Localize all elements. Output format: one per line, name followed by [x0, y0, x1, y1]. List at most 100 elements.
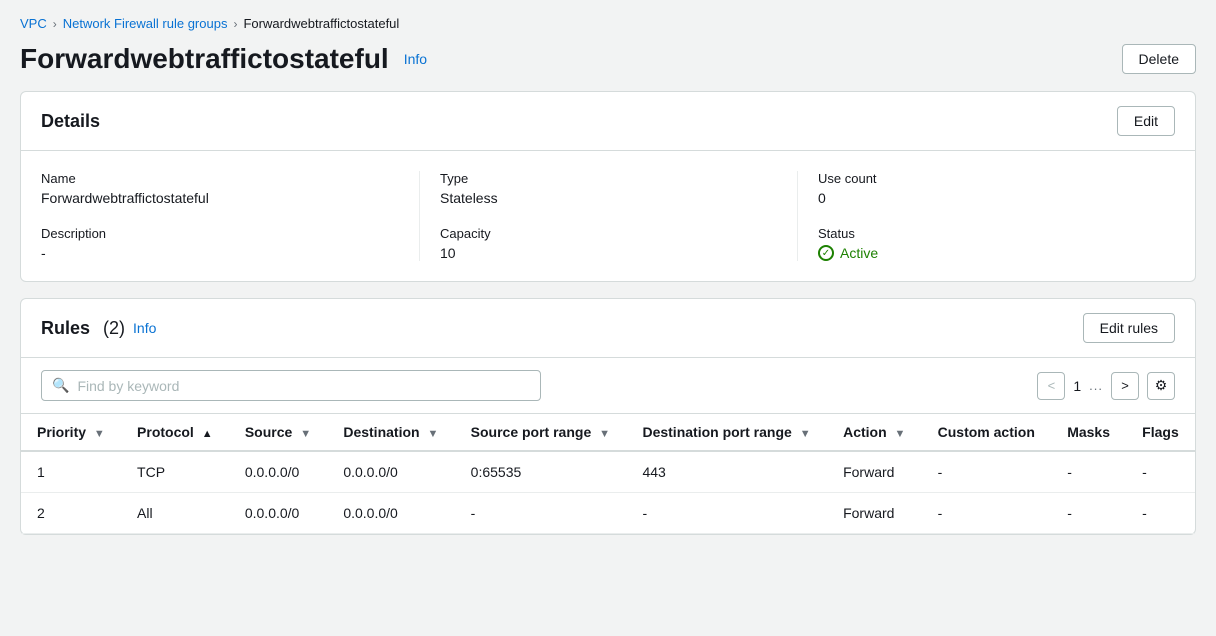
cell-custom-action: -	[922, 493, 1052, 534]
details-col-2: Type Stateless Capacity 10	[419, 171, 797, 261]
priority-sort-icon: ▼	[94, 428, 105, 440]
prev-icon: <	[1048, 378, 1056, 393]
delete-button[interactable]: Delete	[1122, 44, 1196, 74]
cell-dest-port: -	[626, 493, 827, 534]
cell-source: 0.0.0.0/0	[229, 451, 327, 493]
col-source[interactable]: Source ▼	[229, 414, 327, 451]
rules-count: (2)	[103, 318, 125, 339]
edit-button[interactable]: Edit	[1117, 106, 1175, 136]
use-count-value: 0	[818, 190, 1155, 206]
cell-custom-action: -	[922, 451, 1052, 493]
cell-action: Forward	[827, 451, 922, 493]
info-badge[interactable]: Info	[399, 48, 432, 70]
search-input[interactable]	[77, 378, 530, 394]
page-header: Forwardwebtraffictostateful Info Delete	[20, 43, 1196, 75]
details-col-1: Name Forwardwebtraffictostateful Descrip…	[41, 171, 419, 261]
name-value: Forwardwebtraffictostateful	[41, 190, 399, 206]
breadcrumb-sep-2: ›	[233, 17, 237, 31]
search-area: 🔍 < 1 ... > ⚙	[21, 358, 1195, 414]
settings-button[interactable]: ⚙	[1147, 372, 1175, 400]
col-custom-action: Custom action	[922, 414, 1052, 451]
destination-sort-icon: ▼	[427, 428, 438, 440]
capacity-label: Capacity	[440, 226, 777, 241]
description-label: Description	[41, 226, 399, 241]
rules-info-link[interactable]: Info	[133, 320, 156, 336]
cell-flags: -	[1126, 451, 1195, 493]
next-icon: >	[1121, 378, 1129, 393]
col-action[interactable]: Action ▼	[827, 414, 922, 451]
gear-icon: ⚙	[1155, 377, 1168, 394]
col-masks: Masks	[1051, 414, 1126, 451]
cell-masks: -	[1051, 451, 1126, 493]
cell-source-port: 0:65535	[455, 451, 627, 493]
capacity-value: 10	[440, 245, 777, 261]
cell-source: 0.0.0.0/0	[229, 493, 327, 534]
breadcrumb-rule-groups[interactable]: Network Firewall rule groups	[63, 16, 228, 31]
col-protocol[interactable]: Protocol ▲	[121, 414, 229, 451]
detail-use-count: Use count 0	[818, 171, 1155, 206]
protocol-sort-icon: ▲	[202, 428, 213, 440]
status-active-icon: ✓	[818, 245, 834, 261]
breadcrumb-current: Forwardwebtraffictostateful	[243, 16, 399, 31]
action-sort-icon: ▼	[895, 428, 906, 440]
detail-status: Status ✓ Active	[818, 226, 1155, 261]
type-value: Stateless	[440, 190, 777, 206]
status-label: Status	[818, 226, 1155, 241]
rules-title-group: Rules (2) Info	[41, 318, 156, 339]
col-destination[interactable]: Destination ▼	[327, 414, 454, 451]
search-icon: 🔍	[52, 377, 69, 394]
pagination-ellipsis: ...	[1089, 378, 1103, 393]
source-sort-icon: ▼	[300, 428, 311, 440]
pagination-controls: < 1 ... > ⚙	[1037, 372, 1175, 400]
cell-protocol: All	[121, 493, 229, 534]
description-value: -	[41, 245, 399, 261]
cell-destination: 0.0.0.0/0	[327, 493, 454, 534]
use-count-label: Use count	[818, 171, 1155, 186]
detail-capacity: Capacity 10	[440, 226, 777, 261]
rules-card-header: Rules (2) Info Edit rules	[21, 299, 1195, 358]
search-box[interactable]: 🔍	[41, 370, 541, 401]
name-label: Name	[41, 171, 399, 186]
details-title: Details	[41, 111, 100, 132]
detail-description: Description -	[41, 226, 399, 261]
cell-protocol: TCP	[121, 451, 229, 493]
breadcrumb: VPC › Network Firewall rule groups › For…	[20, 16, 1196, 31]
details-card-header: Details Edit	[21, 92, 1195, 151]
cell-destination: 0.0.0.0/0	[327, 451, 454, 493]
cell-masks: -	[1051, 493, 1126, 534]
details-card: Details Edit Name Forwardwebtraffictosta…	[20, 91, 1196, 282]
cell-priority: 1	[21, 451, 121, 493]
col-flags: Flags	[1126, 414, 1195, 451]
rules-title: Rules	[41, 318, 95, 339]
page-title-group: Forwardwebtraffictostateful Info	[20, 43, 432, 75]
col-priority[interactable]: Priority ▼	[21, 414, 121, 451]
page-title: Forwardwebtraffictostateful	[20, 43, 389, 75]
detail-type: Type Stateless	[440, 171, 777, 206]
prev-page-button[interactable]: <	[1037, 372, 1065, 400]
source-port-sort-icon: ▼	[599, 428, 610, 440]
rules-card: Rules (2) Info Edit rules 🔍 < 1 ... >	[20, 298, 1196, 535]
cell-dest-port: 443	[626, 451, 827, 493]
table-header-row: Priority ▼ Protocol ▲ Source ▼ Destinati…	[21, 414, 1195, 451]
table-row: 2All0.0.0.0/00.0.0.0/0--Forward---	[21, 493, 1195, 534]
rules-table: Priority ▼ Protocol ▲ Source ▼ Destinati…	[21, 414, 1195, 534]
cell-flags: -	[1126, 493, 1195, 534]
breadcrumb-vpc[interactable]: VPC	[20, 16, 47, 31]
cell-source-port: -	[455, 493, 627, 534]
detail-name: Name Forwardwebtraffictostateful	[41, 171, 399, 206]
edit-rules-button[interactable]: Edit rules	[1083, 313, 1175, 343]
status-value: Active	[840, 245, 878, 261]
next-page-button[interactable]: >	[1111, 372, 1139, 400]
type-label: Type	[440, 171, 777, 186]
col-dest-port[interactable]: Destination port range ▼	[626, 414, 827, 451]
cell-action: Forward	[827, 493, 922, 534]
dest-port-sort-icon: ▼	[800, 428, 811, 440]
breadcrumb-sep-1: ›	[53, 17, 57, 31]
details-grid: Name Forwardwebtraffictostateful Descrip…	[21, 151, 1195, 281]
col-source-port[interactable]: Source port range ▼	[455, 414, 627, 451]
page-number: 1	[1073, 378, 1081, 394]
table-row: 1TCP0.0.0.0/00.0.0.0/00:65535443Forward-…	[21, 451, 1195, 493]
cell-priority: 2	[21, 493, 121, 534]
details-col-3: Use count 0 Status ✓ Active	[797, 171, 1175, 261]
status-badge: ✓ Active	[818, 245, 1155, 261]
